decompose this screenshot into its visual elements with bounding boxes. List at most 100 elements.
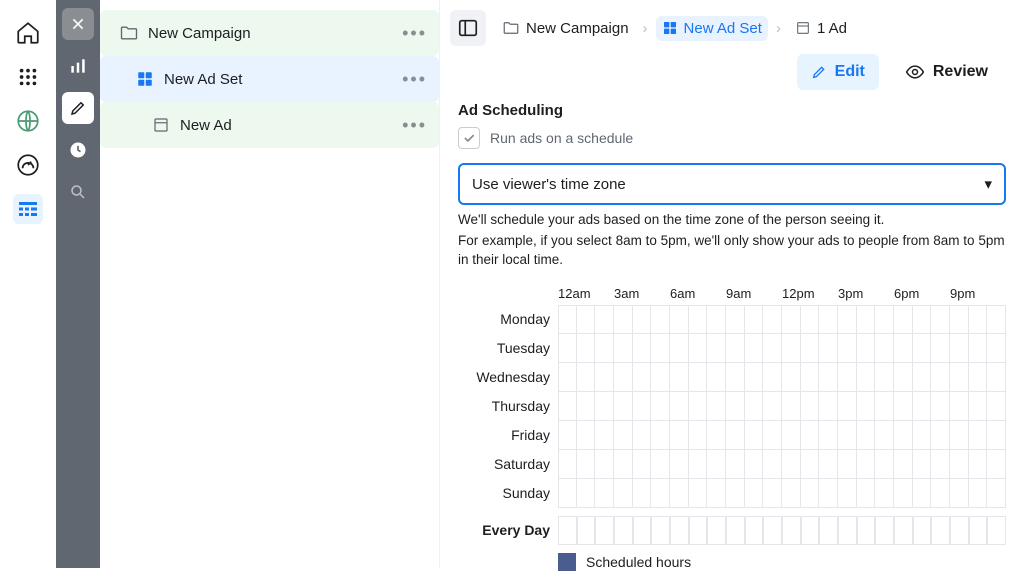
schedule-cell[interactable]	[801, 334, 820, 363]
tree-campaign[interactable]: New Campaign •••	[100, 10, 439, 56]
schedule-cell[interactable]	[614, 421, 633, 450]
schedule-cell[interactable]	[577, 392, 596, 421]
schedule-cell[interactable]	[894, 450, 913, 479]
schedule-cell[interactable]	[763, 392, 782, 421]
schedule-cell[interactable]	[913, 334, 932, 363]
more-icon[interactable]: •••	[402, 115, 427, 136]
schedule-cell[interactable]	[801, 392, 820, 421]
schedule-cell[interactable]	[875, 479, 894, 508]
schedule-cell[interactable]	[875, 334, 894, 363]
schedule-cell[interactable]	[950, 516, 969, 545]
schedule-cell[interactable]	[894, 479, 913, 508]
schedule-cell[interactable]	[633, 305, 652, 334]
schedule-cell[interactable]	[819, 363, 838, 392]
close-icon[interactable]	[62, 8, 94, 40]
schedule-cell[interactable]	[651, 450, 670, 479]
schedule-cell[interactable]	[875, 305, 894, 334]
schedule-cell[interactable]	[782, 479, 801, 508]
schedule-cell[interactable]	[577, 305, 596, 334]
schedule-cell[interactable]	[801, 363, 820, 392]
schedule-cell[interactable]	[894, 421, 913, 450]
schedule-cell[interactable]	[913, 421, 932, 450]
schedule-cell[interactable]	[595, 479, 614, 508]
schedule-cell[interactable]	[931, 392, 950, 421]
schedule-cell[interactable]	[950, 363, 969, 392]
schedule-cell[interactable]	[745, 305, 764, 334]
schedule-cell[interactable]	[875, 516, 894, 545]
schedule-cell[interactable]	[689, 479, 708, 508]
schedule-cell[interactable]	[577, 516, 596, 545]
schedule-cell[interactable]	[782, 516, 801, 545]
schedule-cell[interactable]	[950, 479, 969, 508]
apps-icon[interactable]	[13, 62, 43, 92]
schedule-cell[interactable]	[875, 450, 894, 479]
more-icon[interactable]: •••	[402, 69, 427, 90]
crumb-campaign[interactable]: New Campaign	[496, 15, 635, 41]
schedule-cell[interactable]	[782, 450, 801, 479]
timezone-select[interactable]: Use viewer's time zone ▾	[458, 163, 1006, 205]
schedule-cell[interactable]	[614, 305, 633, 334]
schedule-cell[interactable]	[987, 421, 1006, 450]
schedule-cell[interactable]	[931, 363, 950, 392]
schedule-cell[interactable]	[577, 363, 596, 392]
schedule-cell[interactable]	[931, 305, 950, 334]
schedule-cell[interactable]	[838, 363, 857, 392]
schedule-cell[interactable]	[614, 392, 633, 421]
schedule-cell[interactable]	[913, 392, 932, 421]
schedule-cell[interactable]	[595, 363, 614, 392]
gauge-icon[interactable]	[13, 150, 43, 180]
schedule-cell[interactable]	[707, 516, 726, 545]
schedule-cell[interactable]	[950, 392, 969, 421]
search-icon[interactable]	[62, 176, 94, 208]
schedule-cell[interactable]	[707, 479, 726, 508]
schedule-cell[interactable]	[558, 479, 577, 508]
schedule-cell[interactable]	[950, 450, 969, 479]
schedule-cell[interactable]	[819, 450, 838, 479]
schedule-cell[interactable]	[745, 334, 764, 363]
schedule-cell[interactable]	[913, 479, 932, 508]
schedule-cell[interactable]	[670, 479, 689, 508]
schedule-cell[interactable]	[931, 334, 950, 363]
schedule-cell[interactable]	[931, 421, 950, 450]
schedule-cell[interactable]	[614, 363, 633, 392]
schedule-cell[interactable]	[707, 305, 726, 334]
schedule-cell[interactable]	[558, 392, 577, 421]
schedule-cell[interactable]	[558, 363, 577, 392]
schedule-cell[interactable]	[838, 305, 857, 334]
schedule-cell[interactable]	[857, 450, 876, 479]
schedule-cell[interactable]	[931, 450, 950, 479]
schedule-cell[interactable]	[633, 421, 652, 450]
schedule-cell[interactable]	[595, 516, 614, 545]
schedule-cell[interactable]	[875, 392, 894, 421]
schedule-cell[interactable]	[745, 516, 764, 545]
schedule-cell[interactable]	[875, 363, 894, 392]
schedule-cell[interactable]	[950, 305, 969, 334]
schedule-cell[interactable]	[913, 450, 932, 479]
schedule-cell[interactable]	[726, 305, 745, 334]
schedule-cell[interactable]	[894, 363, 913, 392]
tree-ad[interactable]: New Ad •••	[100, 102, 439, 148]
schedule-cell[interactable]	[633, 392, 652, 421]
schedule-cell[interactable]	[782, 421, 801, 450]
schedule-cell[interactable]	[651, 479, 670, 508]
schedule-cell[interactable]	[651, 421, 670, 450]
schedule-cell[interactable]	[969, 479, 988, 508]
schedule-cell[interactable]	[577, 334, 596, 363]
schedule-cell[interactable]	[651, 363, 670, 392]
schedule-cell[interactable]	[651, 305, 670, 334]
schedule-cell[interactable]	[633, 516, 652, 545]
schedule-cell[interactable]	[987, 363, 1006, 392]
schedule-cell[interactable]	[801, 305, 820, 334]
schedule-cell[interactable]	[614, 334, 633, 363]
schedule-cell[interactable]	[707, 421, 726, 450]
schedule-cell[interactable]	[745, 392, 764, 421]
schedule-checkbox[interactable]	[458, 127, 480, 149]
schedule-cell[interactable]	[969, 516, 988, 545]
schedule-cell[interactable]	[838, 450, 857, 479]
schedule-cell[interactable]	[745, 363, 764, 392]
crumb-ad[interactable]: 1 Ad	[789, 16, 853, 41]
schedule-cell[interactable]	[763, 334, 782, 363]
pencil-icon[interactable]	[62, 92, 94, 124]
schedule-cell[interactable]	[838, 479, 857, 508]
review-button[interactable]: Review	[893, 54, 1000, 90]
